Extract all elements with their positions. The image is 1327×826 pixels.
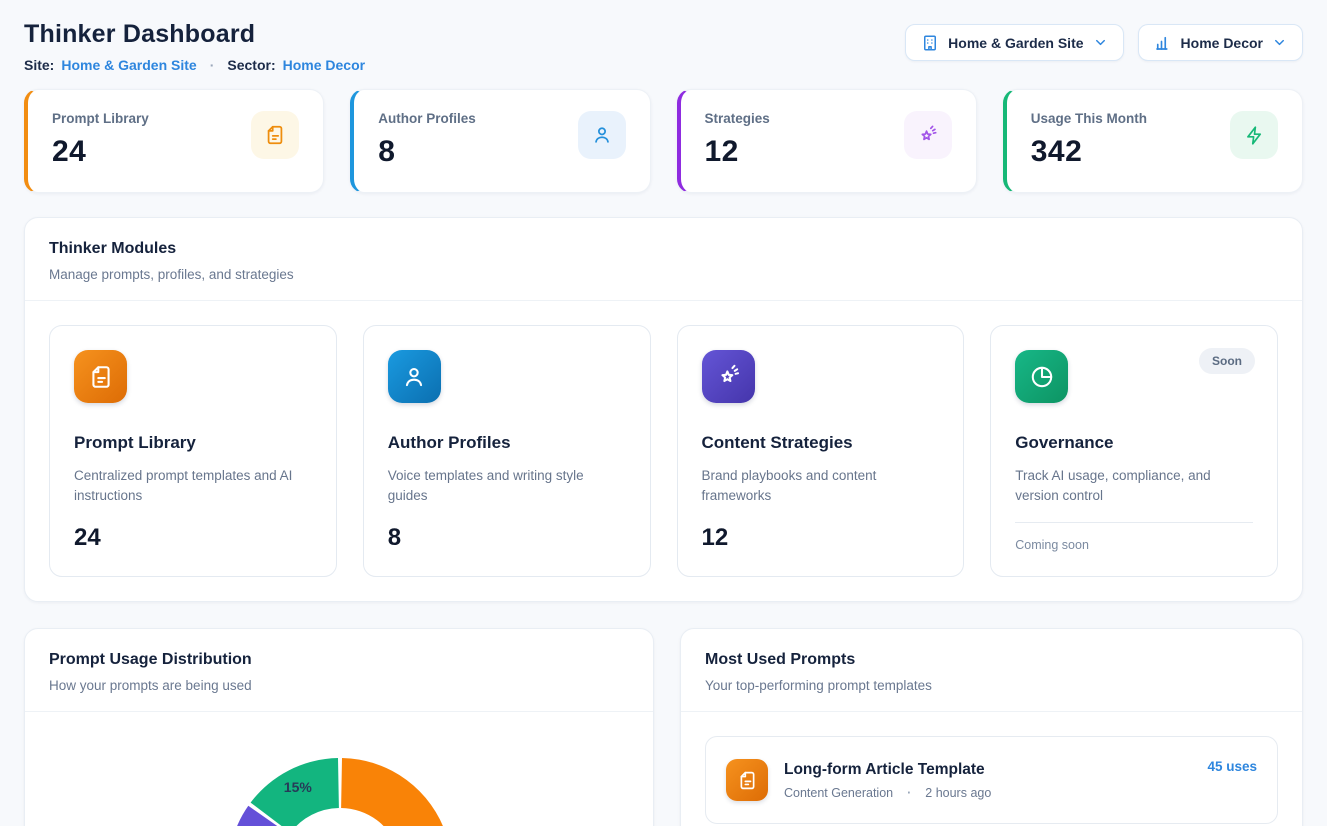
coming-soon-text: Coming soon — [1015, 523, 1253, 552]
prompt-list-item[interactable]: Long-form Article Template Content Gener… — [705, 736, 1278, 824]
building-icon — [921, 34, 939, 52]
sector-label: Sector: — [227, 57, 275, 73]
bar-chart-icon — [1154, 34, 1172, 52]
pie-chart-icon — [1015, 350, 1068, 403]
prompt-usage-subtitle: How your prompts are being used — [49, 678, 629, 693]
module-description: Centralized prompt templates and AI inst… — [74, 466, 312, 507]
prompt-item-uses: 45 uses — [1207, 759, 1257, 774]
prompt-usage-header: Prompt Usage Distribution How your promp… — [25, 629, 653, 712]
site-label: Site: — [24, 57, 54, 73]
svg-text:15%: 15% — [284, 779, 313, 795]
stat-card-usage: Usage This Month 342 — [1003, 89, 1303, 193]
stat-value: 12 — [705, 135, 770, 169]
sparkle-star-icon — [904, 111, 952, 159]
sparkle-star-icon — [702, 350, 755, 403]
prompt-item-time: 2 hours ago — [925, 786, 991, 800]
page-title: Thinker Dashboard — [24, 20, 365, 49]
site-selector-label: Home & Garden Site — [948, 35, 1083, 51]
module-count: 8 — [388, 524, 626, 552]
module-title: Governance — [1015, 433, 1253, 453]
prompt-usage-card: Prompt Usage Distribution How your promp… — [24, 628, 654, 826]
separator-dot: · — [901, 786, 917, 800]
prompt-usage-title: Prompt Usage Distribution — [49, 651, 629, 669]
thinker-modules-panel: Thinker Modules Manage prompts, profiles… — [24, 217, 1303, 602]
stat-card-author-profiles: Author Profiles 8 — [350, 89, 650, 193]
sector-selector-dropdown[interactable]: Home Decor — [1138, 24, 1303, 61]
stats-row: Prompt Library 24 Author Profiles 8 — [24, 89, 1303, 193]
chevron-down-icon — [1093, 35, 1108, 50]
module-card-prompt-library[interactable]: Prompt Library Centralized prompt templa… — [49, 325, 337, 577]
stat-value: 24 — [52, 135, 149, 169]
modules-panel-header: Thinker Modules Manage prompts, profiles… — [25, 218, 1302, 301]
document-icon — [74, 350, 127, 403]
site-selector-dropdown[interactable]: Home & Garden Site — [905, 24, 1123, 61]
most-used-prompts-card: Most Used Prompts Your top-performing pr… — [680, 628, 1303, 826]
module-description: Voice templates and writing style guides — [388, 466, 626, 507]
stat-value: 8 — [378, 135, 476, 169]
stat-label: Prompt Library — [52, 111, 149, 126]
module-title: Content Strategies — [702, 433, 940, 453]
module-card-content-strategies[interactable]: Content Strategies Brand playbooks and c… — [677, 325, 965, 577]
header-actions: Home & Garden Site Home Decor — [905, 24, 1303, 61]
module-description: Brand playbooks and content frameworks — [702, 466, 940, 507]
prompt-list: Long-form Article Template Content Gener… — [681, 712, 1302, 826]
sector-link[interactable]: Home Decor — [283, 57, 365, 73]
soon-badge: Soon — [1199, 348, 1255, 374]
modules-panel-title: Thinker Modules — [49, 240, 1278, 258]
stat-label: Author Profiles — [378, 111, 476, 126]
lightning-bolt-icon — [1230, 111, 1278, 159]
separator-dot: · — [204, 57, 221, 73]
module-title: Prompt Library — [74, 433, 312, 453]
sector-selector-label: Home Decor — [1181, 35, 1263, 51]
module-card-author-profiles[interactable]: Author Profiles Voice templates and writ… — [363, 325, 651, 577]
stat-label: Strategies — [705, 111, 770, 126]
stat-card-strategies: Strategies 12 — [677, 89, 977, 193]
module-count: 12 — [702, 524, 940, 552]
chevron-down-icon — [1272, 35, 1287, 50]
prompt-item-title: Long-form Article Template — [784, 761, 1191, 779]
header-left: Thinker Dashboard Site: Home & Garden Si… — [24, 20, 365, 73]
site-link[interactable]: Home & Garden Site — [61, 57, 196, 73]
stat-label: Usage This Month — [1031, 111, 1147, 126]
donut-chart: 15% — [25, 712, 653, 826]
module-title: Author Profiles — [388, 433, 626, 453]
document-icon — [251, 111, 299, 159]
page-header: Thinker Dashboard Site: Home & Garden Si… — [24, 20, 1303, 73]
modules-grid: Prompt Library Centralized prompt templa… — [25, 301, 1302, 601]
bottom-row: Prompt Usage Distribution How your promp… — [24, 628, 1303, 826]
module-card-governance[interactable]: Soon Governance Track AI usage, complian… — [990, 325, 1278, 577]
module-description: Track AI usage, compliance, and version … — [1015, 466, 1253, 507]
stat-card-prompt-library: Prompt Library 24 — [24, 89, 324, 193]
module-count: 24 — [74, 524, 312, 552]
prompt-item-category: Content Generation — [784, 786, 893, 800]
stat-value: 342 — [1031, 135, 1147, 169]
document-icon — [726, 759, 768, 801]
user-icon — [388, 350, 441, 403]
dashboard-page: Thinker Dashboard Site: Home & Garden Si… — [0, 0, 1327, 826]
most-used-subtitle: Your top-performing prompt templates — [705, 678, 1278, 693]
modules-panel-subtitle: Manage prompts, profiles, and strategies — [49, 267, 1278, 282]
site-sector-line: Site: Home & Garden Site · Sector: Home … — [24, 57, 365, 73]
most-used-header: Most Used Prompts Your top-performing pr… — [681, 629, 1302, 712]
user-icon — [578, 111, 626, 159]
most-used-title: Most Used Prompts — [705, 651, 1278, 669]
